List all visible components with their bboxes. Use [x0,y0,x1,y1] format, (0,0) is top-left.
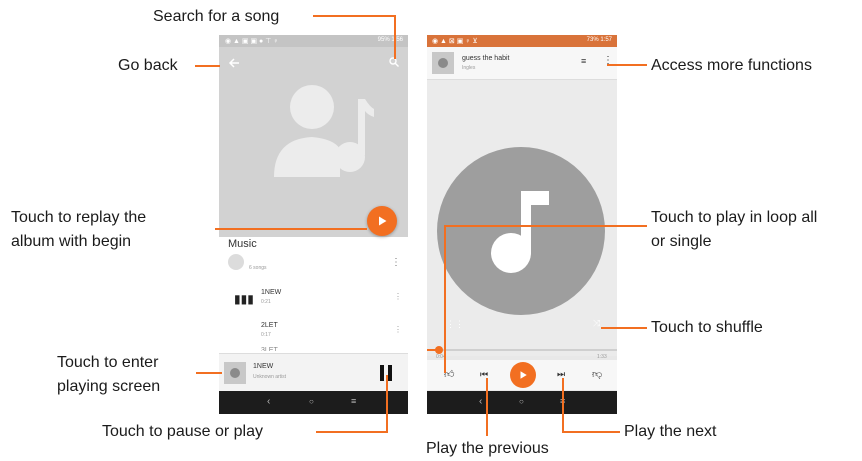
callout-line [562,431,620,433]
status-bar: ◉ ▲ ⊠ ▣ ♀ ⊻ 73% 1:57 [427,35,617,47]
label-shuffle: Touch to shuffle [651,319,763,336]
nav-bar: ‹ ○ ≡ [219,391,408,414]
callout-line [386,375,388,432]
more-vert-icon[interactable]: ⋮ [394,325,402,334]
label-more-functions: Access more functions [651,57,812,74]
more-vert-icon[interactable]: ⋮ [391,257,401,268]
label-loop-1: Touch to play in loop all [651,209,818,226]
album-art-icon [224,362,246,384]
label-replay-album-1: Touch to replay the [11,209,147,226]
status-time: 95% 1:56 [377,37,403,43]
callout-line [215,228,367,230]
song-count: 6 songs [249,265,267,271]
label-play-next: Play the next [624,423,717,440]
label-enter-playing-2: playing screen [57,378,161,395]
callout-line [394,15,396,59]
callout-line [316,431,388,433]
callout-line [313,15,396,17]
recents-nav-icon[interactable]: ≡ [351,396,356,406]
progress-track[interactable] [427,346,617,354]
label-pause-play: Touch to pause or play [102,423,263,440]
track-title: guess the habit [462,55,510,62]
back-arrow-icon[interactable] [228,57,240,69]
home-nav-icon[interactable]: ○ [309,397,314,406]
controls-bar: 👍︎ ⏮︎ ⏭︎ 👎︎ [427,360,617,390]
callout-line [486,378,488,436]
play-icon [520,371,527,379]
now-playing-artist: Unknown artist [253,374,287,380]
song-duration: 0:17 [261,332,271,338]
album-avatar [228,254,244,270]
album-icon: ▮▮▮ [234,292,254,306]
album-art: ⋮⋮ ⤨ [427,80,617,356]
track-header: guess the habit Ingles ≡ ⋮ [427,47,617,80]
label-play-previous: Play the previous [426,440,549,457]
play-album-button[interactable] [367,206,397,236]
song-title-partial: 3LET [261,347,278,351]
shuffle-icon[interactable]: ⤨ [593,318,600,329]
home-nav-icon[interactable]: ○ [519,397,524,406]
now-playing-bar[interactable]: 1NEW Unknown artist [219,353,408,392]
callout-line [444,225,647,227]
thumbs-down-icon[interactable]: 👎︎ [592,368,602,380]
song-title: 1NEW [261,289,282,296]
track-artist: Ingles [462,65,476,71]
label-search-song: Search for a song [153,8,280,25]
artwork-circle [437,147,605,315]
label-replay-album-2: album with begin [11,233,132,250]
music-note-icon [491,191,549,273]
list-item[interactable]: 2LET 0:17 ⋮ [219,320,408,348]
list-item[interactable]: ▮▮▮ 1NEW 0:21 ⋮ [219,285,408,313]
repeat-icon[interactable]: ⋮⋮ [446,319,464,330]
status-bar: ◉ ▲ ▣ ▣ ● ⊤ ♀ 95% 1:56 [219,35,408,47]
status-icons-left: ◉ ▲ ⊠ ▣ ♀ ⊻ [432,38,478,45]
callout-line [607,64,647,66]
status-time: 73% 1:57 [586,37,612,43]
callout-line [444,225,446,373]
status-icons-left: ◉ ▲ ▣ ▣ ● ⊤ ♀ [225,38,279,45]
artist-placeholder-icon [274,85,374,177]
nav-bar: ‹ ○ ≡ [427,391,617,414]
library-screen: ◉ ▲ ▣ ▣ ● ⊤ ♀ 95% 1:56 Music 6 songs ⋮ ▮… [219,35,408,414]
label-loop-2: or single [651,233,712,250]
label-go-back: Go back [118,57,178,74]
back-nav-icon[interactable]: ‹ [267,396,270,407]
play-pause-button[interactable] [510,362,536,388]
callout-line [562,378,564,432]
more-vert-icon[interactable]: ⋮ [394,292,402,301]
callout-line [195,65,220,67]
now-playing-title: 1NEW [253,363,274,370]
callout-line [601,327,647,329]
play-icon [379,216,387,226]
album-art-icon [432,52,454,74]
section-title: Music [228,238,257,250]
song-duration: 0:21 [261,299,271,305]
back-nav-icon[interactable]: ‹ [479,396,482,407]
queue-icon[interactable]: ≡ [581,56,586,66]
song-title: 2LET [261,322,278,329]
progress-thumb[interactable] [435,346,443,354]
label-enter-playing-1: Touch to enter [57,354,159,371]
callout-line [196,372,222,374]
